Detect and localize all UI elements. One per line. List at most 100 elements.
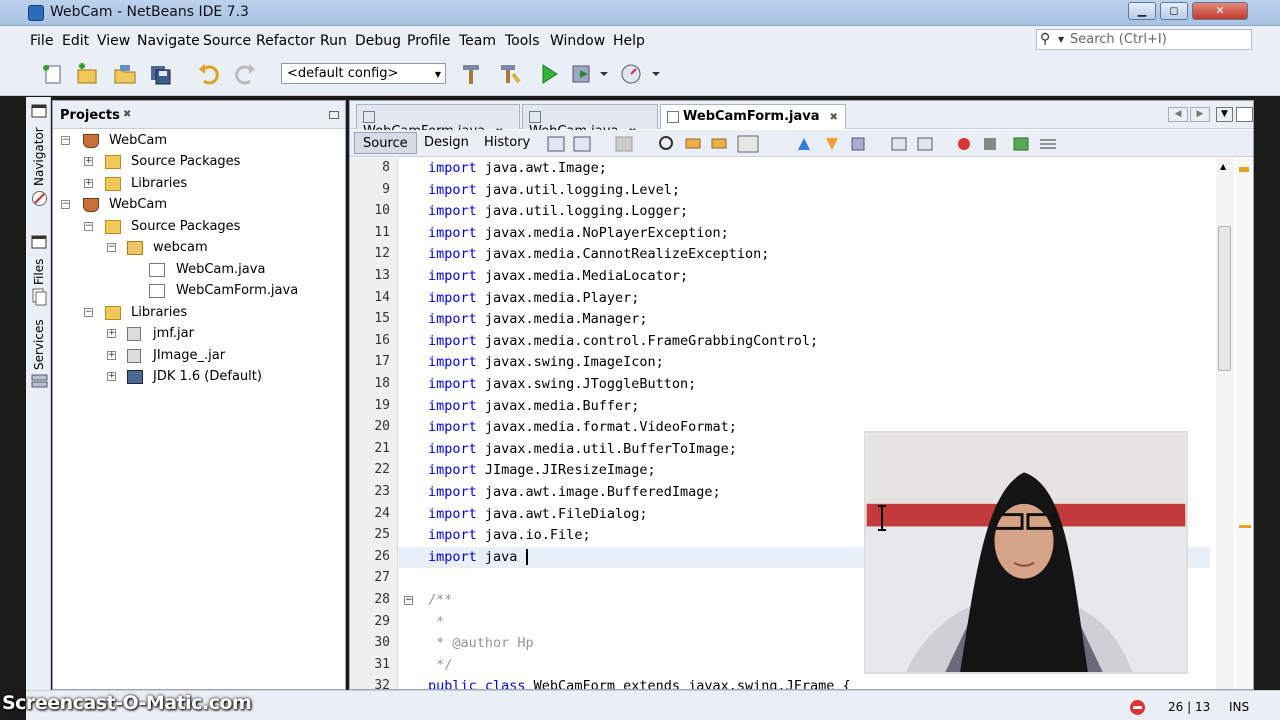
menu-view[interactable]: View (97, 33, 130, 49)
tree-label: Libraries (131, 305, 188, 320)
undo-icon[interactable] (196, 62, 222, 86)
webcam-preview-image (864, 431, 1188, 674)
expand-toggle-icon[interactable]: + (107, 372, 116, 381)
files-window-icon[interactable] (31, 235, 47, 249)
code-line[interactable]: import javax.media.Player; (398, 288, 1210, 310)
code-keyword: import (428, 354, 477, 371)
editor-vertical-scrollbar[interactable]: ▲ (1216, 158, 1234, 689)
fold-toggle-icon[interactable]: − (404, 596, 413, 605)
code-text: JImage.JIResizeImage; (476, 462, 656, 479)
new-project-icon[interactable] (74, 62, 100, 86)
tab-source[interactable]: Source (354, 132, 417, 154)
scroll-tabs-left-icon[interactable]: ◀ (1168, 107, 1188, 122)
code-line[interactable]: import javax.media.MediaLocator; (398, 266, 1210, 288)
projects-tab[interactable]: Projects ✖ (53, 101, 345, 129)
tab-webcamform-java-1[interactable]: WebCamForm.java✖ (356, 104, 520, 139)
menu-refactor[interactable]: Refactor (256, 33, 315, 49)
menu-help[interactable]: Help (613, 33, 645, 49)
java-form-icon (149, 284, 165, 298)
tab-list-dropdown-icon[interactable]: ▼ (1216, 107, 1233, 122)
code-line[interactable]: import javax.media.control.FrameGrabbing… (398, 331, 1210, 353)
code-line[interactable]: import java.util.logging.Level; (398, 180, 1210, 202)
collapse-toggle-icon[interactable]: − (61, 200, 70, 209)
clean-build-icon[interactable] (496, 62, 522, 86)
warning-mark[interactable] (1239, 167, 1249, 172)
code-line[interactable]: import javax.swing.ImageIcon; (398, 352, 1210, 374)
editor-toolbar-icons[interactable] (546, 134, 1066, 154)
scroll-up-icon[interactable]: ▲ (1220, 162, 1226, 171)
tree-label: jmf.jar (153, 326, 194, 341)
debug-icon[interactable] (570, 62, 610, 86)
code-keyword: import (428, 311, 477, 328)
menu-source[interactable]: Source (203, 33, 251, 49)
menu-run[interactable]: Run (320, 33, 347, 49)
code-line[interactable]: import javax.media.NoPlayerException; (398, 223, 1210, 245)
tree-label: WebCam (109, 197, 168, 212)
services-side-tab[interactable]: Services (32, 319, 46, 370)
menu-profile[interactable]: Profile (407, 33, 451, 49)
navigator-window-icon[interactable] (31, 104, 47, 118)
collapse-toggle-icon[interactable]: − (107, 243, 116, 252)
code-text: javax.media.CannotRealizeException; (476, 246, 770, 263)
code-line[interactable]: import java.awt.Image; (398, 158, 1210, 180)
expand-toggle-icon[interactable]: + (84, 179, 93, 188)
close-button[interactable]: ✕ (1192, 2, 1248, 20)
warning-mark[interactable] (1239, 525, 1251, 528)
source-packages-icon (105, 155, 121, 169)
collapse-toggle-icon[interactable]: − (84, 308, 93, 317)
code-line[interactable]: import javax.media.Buffer; (398, 396, 1210, 418)
menu-team[interactable]: Team (459, 33, 496, 49)
new-file-icon[interactable] (40, 62, 66, 86)
error-badge-icon[interactable] (1129, 699, 1146, 716)
menu-window[interactable]: Window (550, 33, 605, 49)
tab-design[interactable]: Design (416, 132, 477, 154)
code-keyword: import (428, 289, 477, 306)
code-line[interactable]: import javax.media.Manager; (398, 309, 1210, 331)
maximize-button[interactable]: ◻ (1160, 2, 1188, 20)
collapse-toggle-icon[interactable]: − (61, 136, 70, 145)
config-select[interactable]: <default config> ▼ (281, 63, 446, 84)
tab-webcam-java[interactable]: WebCam.java✖ (522, 104, 658, 139)
collapse-toggle-icon[interactable]: − (84, 222, 93, 231)
close-icon[interactable]: ✖ (830, 112, 838, 123)
menu-debug[interactable]: Debug (355, 33, 401, 49)
save-all-icon[interactable] (148, 62, 174, 86)
menu-tools[interactable]: Tools (505, 33, 540, 49)
code-keyword: import (428, 268, 477, 284)
code-line[interactable]: public class WebCamForm extends javax.sw… (398, 676, 1210, 689)
expand-toggle-icon[interactable]: + (107, 351, 116, 360)
code-line[interactable]: import javax.media.CannotRealizeExceptio… (398, 244, 1210, 266)
menu-file[interactable]: File (30, 33, 53, 49)
menu-navigate[interactable]: Navigate (137, 33, 200, 49)
expand-toggle-icon[interactable]: + (107, 329, 116, 338)
run-icon[interactable] (536, 62, 562, 86)
line-number: 12 (374, 246, 390, 262)
search-input[interactable]: ⚲ ▼ Search (Ctrl+I) (1036, 29, 1252, 50)
open-project-icon[interactable] (112, 62, 138, 86)
line-number-gutter: 8 9 10 11 12 13 14 15 16 17 18 19 20 21 22 23 24 25 26 27 28… (350, 158, 398, 693)
code-comment: * (428, 613, 445, 630)
code-line[interactable]: import java.util.logging.Logger; (398, 201, 1210, 223)
build-hammer-icon[interactable] (458, 62, 484, 86)
maximize-editor-icon[interactable] (1236, 107, 1253, 122)
code-text: javax.swing.JToggleButton; (476, 376, 697, 392)
redo-icon[interactable] (232, 62, 258, 86)
menu-edit[interactable]: Edit (62, 33, 89, 49)
minimize-button[interactable]: ▁ (1128, 2, 1156, 20)
files-side-tab[interactable]: Files (32, 259, 46, 285)
title-bar: WebCam - NetBeans IDE 7.3 ▁ ◻ ✕ (0, 0, 1280, 26)
tab-history[interactable]: History (476, 132, 538, 154)
code-keyword: import (428, 505, 477, 522)
navigator-side-tab[interactable]: Navigator (32, 127, 46, 186)
expand-toggle-icon[interactable]: + (84, 157, 93, 166)
tab-webcamform-java-active[interactable]: WebCamForm.java ✖ (660, 104, 846, 129)
scroll-tabs-right-icon[interactable]: ▶ (1190, 107, 1210, 122)
code-line[interactable]: import javax.swing.JToggleButton; (398, 374, 1210, 396)
tab-label: WebCamForm.java (683, 109, 820, 124)
scrollbar-thumb[interactable] (1218, 226, 1231, 371)
close-icon[interactable]: ✖ (123, 109, 131, 120)
code-text: java.util.logging.Level; (476, 181, 680, 198)
line-number: 14 (374, 289, 390, 305)
profile-icon[interactable] (618, 62, 662, 86)
minimize-panel-icon[interactable] (329, 111, 339, 119)
